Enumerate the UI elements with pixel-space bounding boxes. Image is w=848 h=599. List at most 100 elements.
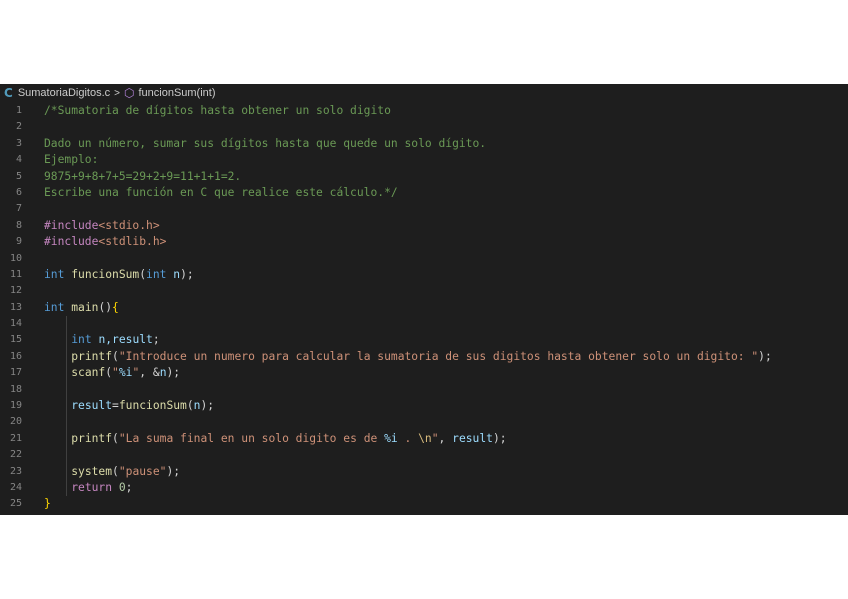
chevron-right-icon: > xyxy=(114,88,120,99)
indent-guide xyxy=(66,430,67,448)
type-keyword: int xyxy=(71,333,92,347)
type-keyword: int xyxy=(44,267,65,281)
code-area[interactable]: 1 /*Sumatoria de dígitos hasta obtener u… xyxy=(0,103,848,513)
code-line[interactable]: 2 xyxy=(0,119,848,135)
code-line[interactable]: 21 printf("La suma final en un solo digi… xyxy=(0,430,848,448)
code-editor[interactable]: C SumatoriaDigitos.c > ⬡ funcionSum(int)… xyxy=(0,84,848,515)
code-line[interactable]: 24 return 0; xyxy=(0,479,848,497)
comment: Ejemplo: xyxy=(44,153,99,167)
line-number: 9 xyxy=(15,236,22,248)
punctuation: ( xyxy=(186,399,194,413)
code-line[interactable]: 25 } xyxy=(0,496,848,512)
code-line[interactable]: 1 /*Sumatoria de dígitos hasta obtener u… xyxy=(0,103,848,119)
variable: result xyxy=(71,399,113,413)
preprocessor-directive: #include xyxy=(44,218,99,232)
line-number: 15 xyxy=(9,334,22,346)
punctuation: , & xyxy=(139,366,160,380)
code-line[interactable]: 6 Escribe una función en C que realice e… xyxy=(0,185,848,201)
breadcrumb-symbol[interactable]: funcionSum(int) xyxy=(138,84,215,103)
preprocessor-directive: #include xyxy=(44,235,99,249)
string-literal: " xyxy=(431,431,439,445)
code-line[interactable]: 15 int n,result; xyxy=(0,332,848,349)
line-number: 25 xyxy=(9,498,22,510)
breadcrumb: C SumatoriaDigitos.c > ⬡ funcionSum(int) xyxy=(0,84,848,103)
code-line[interactable]: 7 xyxy=(0,201,848,217)
code-line[interactable]: 8 #include<stdio.h> xyxy=(0,218,848,234)
function-call: scanf xyxy=(71,366,106,380)
punctuation: ( xyxy=(112,464,119,478)
code-line[interactable]: 4 Ejemplo: xyxy=(0,152,848,168)
function-symbol-icon: ⬡ xyxy=(123,86,135,100)
line-number: 14 xyxy=(9,318,22,330)
code-line[interactable]: 19 result=funcionSum(n); xyxy=(0,398,848,415)
string-literal: . xyxy=(397,431,419,445)
code-line[interactable]: 11 int funcionSum(int n); xyxy=(0,267,848,283)
code-line[interactable]: 18 xyxy=(0,381,848,399)
code-line[interactable]: 22 xyxy=(0,447,848,464)
punctuation: , xyxy=(438,431,453,445)
line-number: 19 xyxy=(9,400,22,412)
code-line[interactable]: 12 xyxy=(0,283,848,299)
line-number: 20 xyxy=(9,416,22,428)
punctuation: ( xyxy=(112,431,119,445)
code-line[interactable]: 17 scanf("%i", &n); xyxy=(0,365,848,382)
function-name: main xyxy=(71,300,99,314)
line-number: 6 xyxy=(15,186,22,198)
number-literal: 0 xyxy=(118,480,126,494)
line-number: 10 xyxy=(9,252,22,264)
line-number: 18 xyxy=(9,383,22,395)
punctuation: ); xyxy=(166,464,181,478)
punctuation: ; xyxy=(125,480,133,494)
indent-guide xyxy=(66,398,67,415)
punctuation: ); xyxy=(166,366,181,380)
type-keyword: int xyxy=(146,267,167,281)
function-call: system xyxy=(71,464,113,478)
function-name: funcionSum xyxy=(71,267,140,281)
code-line[interactable]: 3 Dado un número, sumar sus dígitos hast… xyxy=(0,136,848,152)
punctuation: ); xyxy=(180,267,194,281)
line-number: 4 xyxy=(15,154,22,166)
punctuation: ); xyxy=(758,349,772,363)
include-header: <stdio.h> xyxy=(98,218,160,232)
escape-sequence: \n xyxy=(418,431,432,445)
string-literal: "La suma final en un solo digito es de xyxy=(118,431,385,445)
c-file-icon: C xyxy=(4,86,13,100)
code-line[interactable]: 14 xyxy=(0,316,848,333)
code-line[interactable]: 9 #include<stdlib.h> xyxy=(0,234,848,250)
line-number: 12 xyxy=(9,285,22,297)
code-line[interactable]: 16 printf("Introduce un numero para calc… xyxy=(0,348,848,366)
close-brace: } xyxy=(44,497,51,511)
line-number: 5 xyxy=(15,170,22,182)
comment: Dado un número, sumar sus dígitos hasta … xyxy=(44,136,487,150)
return-keyword: return xyxy=(71,480,113,494)
code-line[interactable]: 13 int main(){ xyxy=(0,300,848,316)
code-line[interactable]: 10 xyxy=(0,251,848,267)
code-line[interactable]: 20 xyxy=(0,414,848,431)
line-number: 3 xyxy=(15,137,22,149)
line-number: 2 xyxy=(15,121,22,133)
code-line[interactable]: 5 9875+9+8+7+5=29+2+9=11+1+1=2. xyxy=(0,169,848,185)
indent-guide xyxy=(66,316,67,333)
punctuation: ); xyxy=(200,399,215,413)
line-number: 22 xyxy=(9,449,22,461)
punctuation: () xyxy=(98,300,113,314)
line-number: 23 xyxy=(9,465,22,477)
variable: n xyxy=(159,366,167,380)
line-number: 21 xyxy=(9,432,22,444)
variable: result xyxy=(452,431,493,445)
line-number: 11 xyxy=(9,268,22,280)
breadcrumb-file[interactable]: SumatoriaDigitos.c xyxy=(18,84,110,103)
string-literal: " xyxy=(112,366,119,380)
function-call: printf xyxy=(71,431,113,445)
comment: /*Sumatoria de dígitos hasta obtener un … xyxy=(44,104,391,117)
code-line[interactable]: 23 system("pause"); xyxy=(0,463,848,480)
open-brace: { xyxy=(112,300,119,314)
line-number: 16 xyxy=(9,350,22,362)
variables: n,result xyxy=(98,333,153,347)
indent-guide xyxy=(66,365,67,382)
function-call: printf xyxy=(71,349,113,363)
punctuation: ); xyxy=(492,431,507,445)
line-number: 24 xyxy=(9,481,22,493)
include-header: <stdlib.h> xyxy=(98,235,167,249)
operator: = xyxy=(112,399,119,413)
